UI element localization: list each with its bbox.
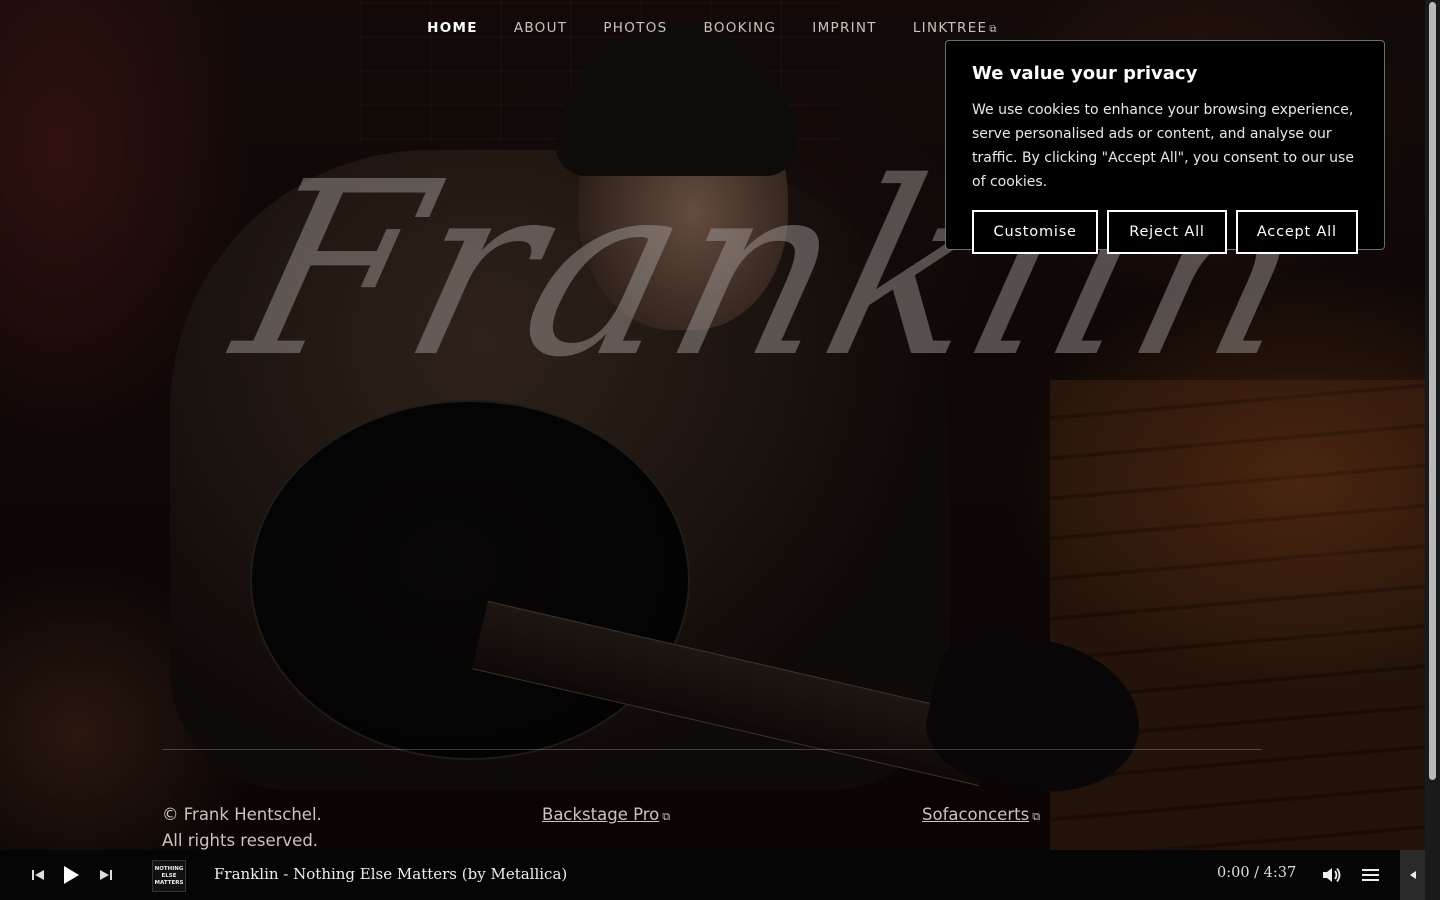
external-link-icon: ⧉: [989, 24, 998, 35]
artwork-line-3: MATTERS: [154, 879, 184, 886]
volume-icon[interactable]: [1321, 850, 1343, 900]
external-link-icon: ⧉: [1032, 810, 1041, 823]
cookie-title: We value your privacy: [972, 63, 1198, 84]
external-link-icon: ⧉: [662, 810, 671, 823]
footer-link-backstage: Backstage Pro ⧉: [542, 802, 670, 830]
copyright-line-1: © Frank Hentschel.: [162, 805, 322, 824]
track-title: Franklin - Nothing Else Matters (by Meta…: [214, 865, 568, 883]
scrollbar-thumb[interactable]: [1429, 2, 1436, 780]
page-scrollbar[interactable]: [1425, 0, 1440, 900]
play-icon[interactable]: [58, 850, 84, 900]
nav-imprint[interactable]: IMPRINT: [794, 20, 895, 36]
footer-copyright: © Frank Hentschel. All rights reserved.: [162, 802, 322, 854]
nav-booking[interactable]: BOOKING: [686, 20, 795, 36]
collapse-arrow-icon[interactable]: [1400, 850, 1425, 900]
cookie-consent-dialog: We value your privacy We use cookies to …: [945, 40, 1385, 254]
skip-next-icon[interactable]: [94, 850, 118, 900]
nav-linktree-label: LINKTREE: [912, 20, 988, 36]
nav-about[interactable]: ABOUT: [496, 20, 586, 36]
reject-all-button[interactable]: Reject All: [1107, 210, 1227, 254]
customise-button[interactable]: Customise: [972, 210, 1099, 254]
footer-link-sofaconcerts: Sofaconcerts ⧉: [922, 802, 1040, 830]
cookie-text: We use cookies to enhance your browsing …: [972, 102, 1354, 190]
playlist-icon[interactable]: [1360, 850, 1382, 900]
cookie-buttons: Customise Reject All Accept All: [972, 210, 1358, 254]
artwork-line-2: ELSE: [161, 872, 177, 879]
accept-all-button[interactable]: Accept All: [1235, 210, 1358, 254]
skip-previous-icon[interactable]: [26, 850, 50, 900]
sofaconcerts-link[interactable]: Sofaconcerts: [922, 805, 1029, 824]
track-time: 0:00 / 4:37: [1217, 865, 1297, 881]
nav-home[interactable]: HOME: [409, 20, 496, 36]
track-artwork: NOTHING ELSE MATTERS: [152, 860, 186, 892]
backstage-pro-link[interactable]: Backstage Pro: [542, 805, 659, 824]
footer-divider: [162, 749, 1262, 750]
main-nav: HOME ABOUT PHOTOS BOOKING IMPRINT LINKTR…: [0, 20, 1425, 36]
nav-photos[interactable]: PHOTOS: [585, 20, 685, 36]
nav-linktree[interactable]: LINKTREE ⧉: [895, 20, 1016, 36]
artwork-line-1: NOTHING: [154, 865, 184, 872]
